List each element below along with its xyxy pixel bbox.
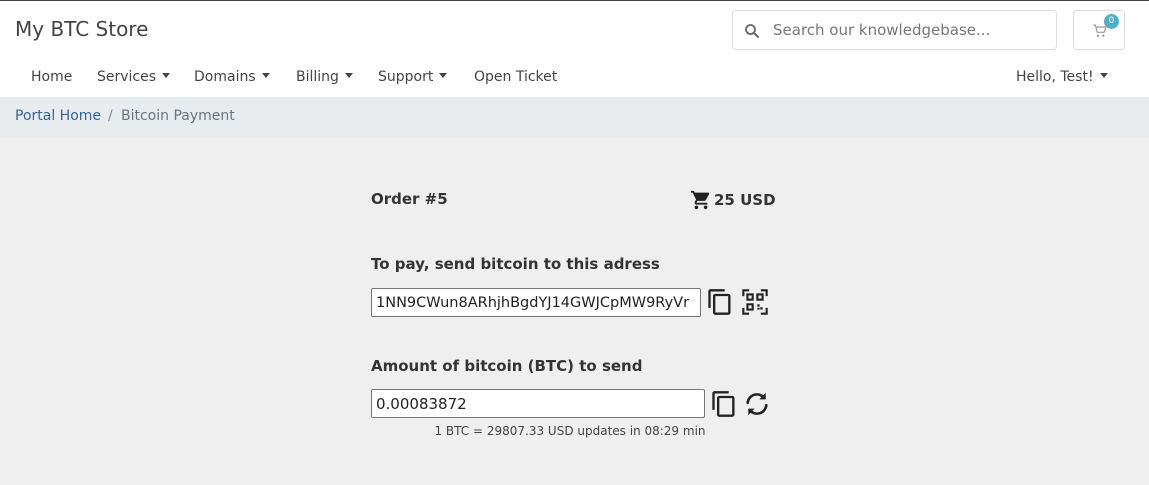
cart-button[interactable]: 0 (1073, 10, 1125, 50)
nav-open-ticket[interactable]: Open Ticket (474, 69, 557, 85)
order-total: 25 USD (690, 188, 776, 212)
search-icon (745, 24, 759, 38)
store-brand[interactable]: My BTC Store (15, 17, 148, 41)
caret-down-icon (1099, 73, 1108, 78)
search-input[interactable] (773, 11, 1053, 49)
amount-label: Amount of bitcoin (BTC) to send (371, 357, 643, 375)
copy-amount-icon[interactable] (710, 390, 738, 418)
caret-down-icon (162, 73, 171, 78)
breadcrumb-current: Bitcoin Payment (121, 108, 235, 124)
btc-address-field[interactable] (371, 288, 701, 317)
main-nav: Home Services Domains Billing Support Op… (0, 58, 1149, 97)
btc-amount-field[interactable] (371, 389, 705, 418)
breadcrumb-separator: / (108, 108, 113, 124)
cart-count-badge: 0 (1104, 14, 1119, 29)
breadcrumb-portal-home[interactable]: Portal Home (15, 108, 101, 124)
order-number: Order #5 (371, 190, 448, 208)
top-header: My BTC Store 0 (0, 0, 1149, 58)
address-label: To pay, send bitcoin to this adress (371, 255, 660, 273)
knowledgebase-search (732, 10, 1057, 50)
nav-home-label: Home (31, 69, 73, 85)
nav-account-menu[interactable]: Hello, Test! (1016, 69, 1108, 85)
nav-services-label: Services (97, 69, 157, 85)
nav-domains-label: Domains (194, 69, 256, 85)
nav-support[interactable]: Support (378, 69, 448, 85)
breadcrumb: Portal Home / Bitcoin Payment (0, 97, 1149, 137)
order-total-amount: 25 USD (714, 191, 776, 209)
nav-services[interactable]: Services (97, 69, 171, 85)
nav-domains[interactable]: Domains (194, 69, 270, 85)
nav-home[interactable]: Home (31, 69, 72, 85)
nav-billing-label: Billing (296, 69, 339, 85)
exchange-rate-info: 1 BTC = 29807.33 USD updates in 08:29 mi… (434, 424, 706, 438)
nav-support-label: Support (378, 69, 434, 85)
caret-down-icon (344, 73, 353, 78)
nav-open-ticket-label: Open Ticket (474, 69, 558, 85)
copy-address-icon[interactable] (706, 288, 734, 316)
caret-down-icon (261, 73, 270, 78)
account-greeting: Hello, Test! (1016, 69, 1094, 85)
qr-code-icon[interactable] (741, 288, 769, 316)
nav-billing[interactable]: Billing (296, 69, 353, 85)
refresh-icon[interactable] (743, 390, 771, 418)
cart-icon (690, 190, 710, 210)
caret-down-icon (439, 73, 448, 78)
